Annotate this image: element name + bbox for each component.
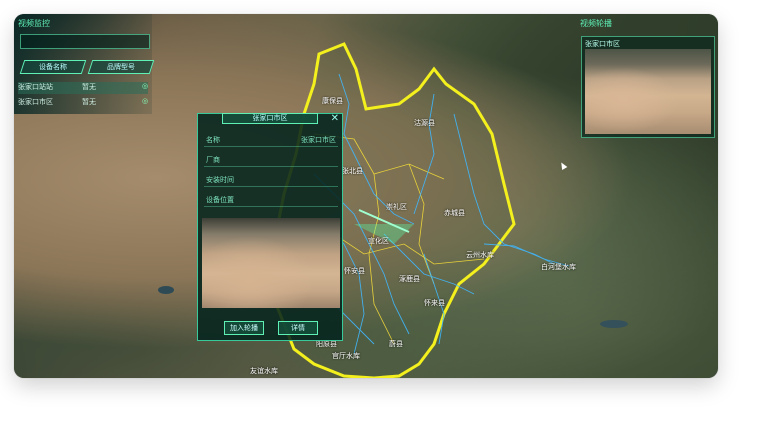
eye-icon[interactable]: ◎ [142,82,148,90]
map-label: 怀来县 [424,299,445,307]
map-label: 赤城县 [444,209,465,217]
device-list-panel: 视频监控 设备名称 品牌型号 张家口站站 暂无 ◎ 张家口市区 暂无 ◎ [14,14,155,114]
app-window: 康保县 沽源县 张北县 崇礼区 赤城县 怀来县 涿鹿县 蔚县 阳原县 云州水库 … [14,14,718,378]
map-label: 怀安县 [344,267,365,275]
tab-device-name[interactable]: 设备名称 [19,60,87,74]
field-location: 设备位置 [204,192,338,207]
popup-title: 张家口市区 [222,113,318,124]
field-name: 名称 张家口市区 [204,132,338,147]
map-label: 官厅水库 [332,352,360,360]
carousel-title: 视频轮播 [580,19,612,28]
field-vendor: 厂商 [204,152,338,167]
search-input[interactable] [20,34,150,49]
map-label: 云州水库 [466,251,494,259]
camera-snapshot[interactable] [202,218,340,308]
tab-brand-model[interactable]: 品牌型号 [87,60,155,74]
map-label: 友谊水库 [250,367,278,375]
add-to-carousel-button[interactable]: 加入轮播 [224,321,264,335]
map-label: 崇礼区 [386,203,407,211]
close-icon[interactable]: ✕ [331,113,339,124]
video-thumbnail[interactable] [585,49,711,134]
eye-icon[interactable]: ◎ [142,97,148,105]
details-button[interactable]: 详情 [278,321,318,335]
video-carousel-card[interactable]: 张家口市区 [581,36,715,138]
map-label: 蔚县 [389,340,403,348]
map-label: 沽源县 [414,119,435,127]
video-caption: 张家口市区 [585,40,620,48]
map-label: 康保县 [322,97,343,105]
list-item[interactable]: 张家口站站 暂无 ◎ [18,82,148,94]
device-popup: 张家口市区 ✕ 名称 张家口市区 厂商 安装时间 设备位置 加入轮播 详情 [197,113,343,341]
field-install-time: 安装时间 [204,172,338,187]
map-label: 张北县 [342,167,363,175]
map-label: 白河堡水库 [541,263,576,271]
list-item[interactable]: 张家口市区 暂无 ◎ [18,97,148,109]
map-label: 宣化区 [368,237,389,245]
map-label: 涿鹿县 [399,275,420,283]
panel-title: 视频监控 [18,19,50,28]
